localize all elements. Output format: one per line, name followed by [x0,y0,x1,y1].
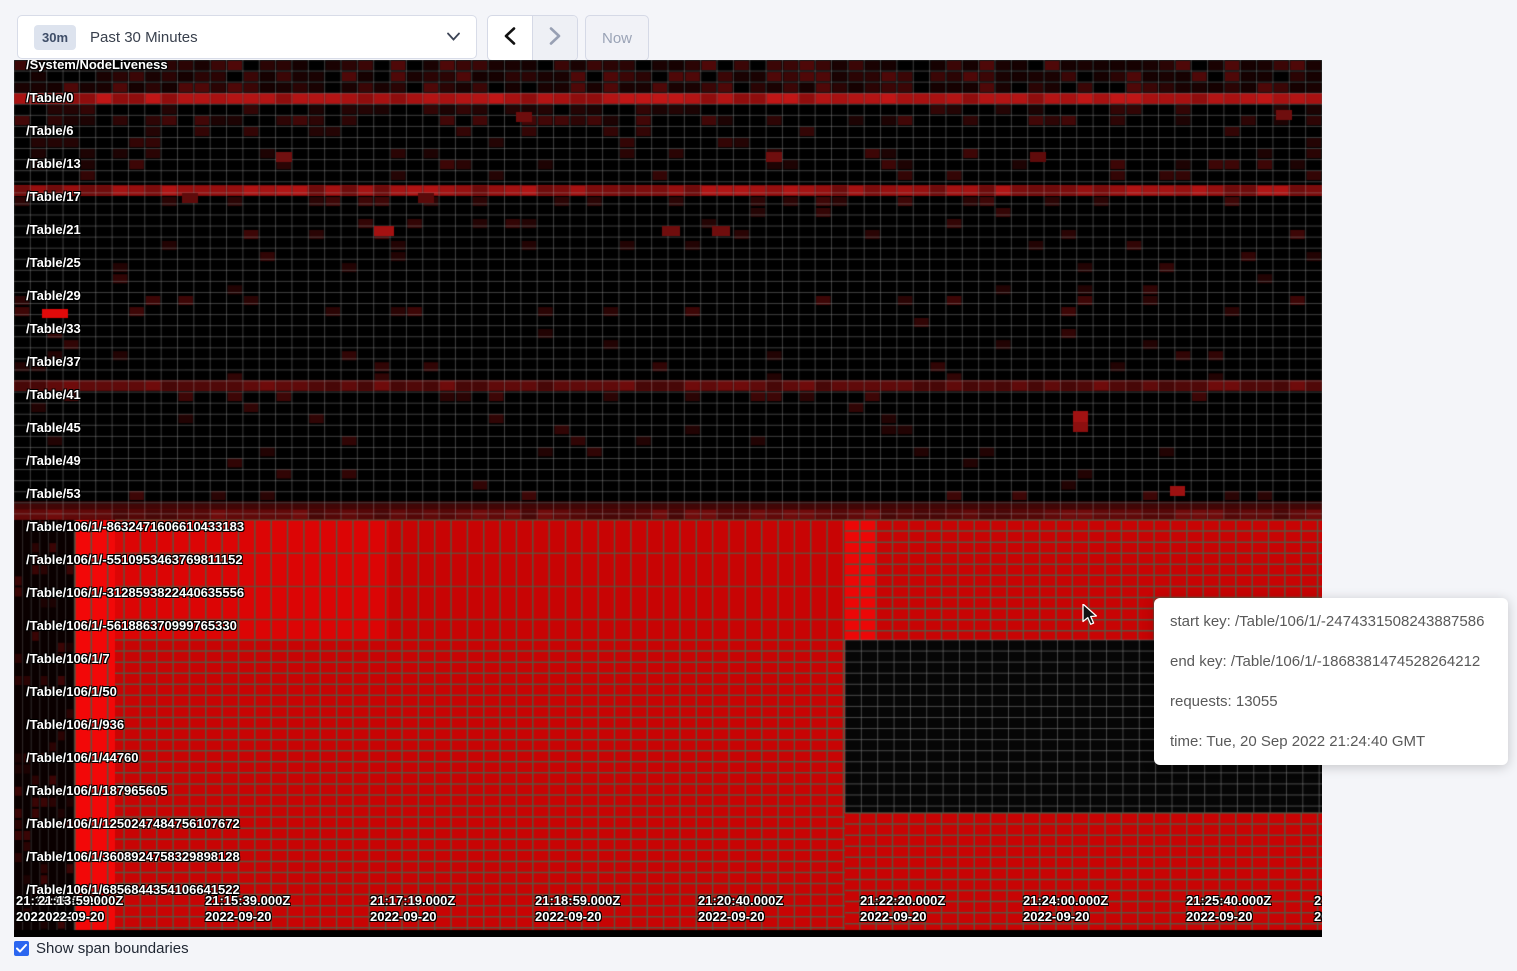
row-label: /Table/6 [26,123,73,139]
row-label: /Table/106/1/1250247484756107672 [26,816,240,832]
chevron-down-icon [447,28,460,46]
row-label: /Table/0 [26,90,73,106]
row-label: /Table/41 [26,387,81,403]
x-tick: 21:18:59.000Z2022-09-20 [535,893,620,925]
row-label: /Table/25 [26,255,81,271]
row-label: /Table/106/1/50 [26,684,117,700]
row-label: /Table/29 [26,288,81,304]
row-label: /Table/106/1/-5510953463769811152 [26,552,243,568]
row-label: /Table/13 [26,156,81,172]
x-tick: 21:17:19.000Z2022-09-20 [370,893,455,925]
tooltip-time: time: Tue, 20 Sep 2022 21:24:40 GMT [1170,733,1492,750]
time-range-label: Past 30 Minutes [90,29,433,46]
mouse-cursor-icon [1082,604,1102,631]
span-boundaries-label: Show span boundaries [36,940,189,957]
row-label: /Table/49 [26,453,81,469]
chevron-right-icon [549,27,561,50]
tooltip-requests: requests: 13055 [1170,693,1492,710]
time-range-badge: 30m [34,25,76,50]
x-tick: 21:20:40.000Z2022-09-20 [698,893,783,925]
time-nav-group [487,15,578,61]
x-tick: 21:27:20.000Z2022-09-20 [1314,893,1322,925]
row-label: /Table/106/1/-8632471606610433183 [26,519,244,535]
x-tick: 21:22:20.000Z2022-09-20 [860,893,945,925]
chevron-left-icon [504,27,516,50]
row-label: /System/NodeLiveness [26,60,168,73]
heatmap-canvas[interactable] [14,60,1322,937]
row-label: /Table/106/1/187965605 [26,783,167,799]
row-label: /Table/106/1/3608924758329898128 [26,849,240,865]
row-label: /Table/106/1/-561886370999765330 [26,618,237,634]
next-time-button[interactable] [532,16,577,60]
row-label: /Table/106/1/936 [26,717,124,733]
row-label: /Table/17 [26,189,81,205]
row-label: /Table/106/1/7 [26,651,110,667]
row-label: /Table/45 [26,420,81,436]
x-tick: 21:25:40.000Z2022-09-20 [1186,893,1271,925]
time-range-select[interactable]: 30m Past 30 Minutes [17,15,477,59]
now-button[interactable]: Now [585,15,649,61]
tooltip-end-key: end key: /Table/106/1/-18683814745282642… [1170,653,1492,670]
row-label: /Table/21 [26,222,81,238]
key-visualizer-page: 30m Past 30 Minutes Now /System/NodeLive… [0,0,1517,971]
prev-time-button[interactable] [488,16,532,60]
cell-tooltip: start key: /Table/106/1/-247433150824388… [1154,598,1508,765]
x-tick: 21:15:39.000Z2022-09-20 [205,893,290,925]
span-boundaries-checkbox[interactable] [14,941,29,956]
x-tick: 21:24:00.000Z2022-09-20 [1023,893,1108,925]
key-visualizer-heatmap: /System/NodeLiveness/Table/0/Table/6/Tab… [14,60,1322,937]
row-label: /Table/106/1/-3128593822440635556 [26,585,244,601]
row-label: /Table/33 [26,321,81,337]
x-tick: 21:13:59.000Z2022-09-20 [38,893,123,925]
row-label: /Table/106/1/44760 [26,750,139,766]
row-label: /Table/37 [26,354,81,370]
row-label: /Table/53 [26,486,81,502]
span-boundaries-control: Show span boundaries [14,940,189,957]
tooltip-start-key: start key: /Table/106/1/-247433150824388… [1170,613,1492,630]
